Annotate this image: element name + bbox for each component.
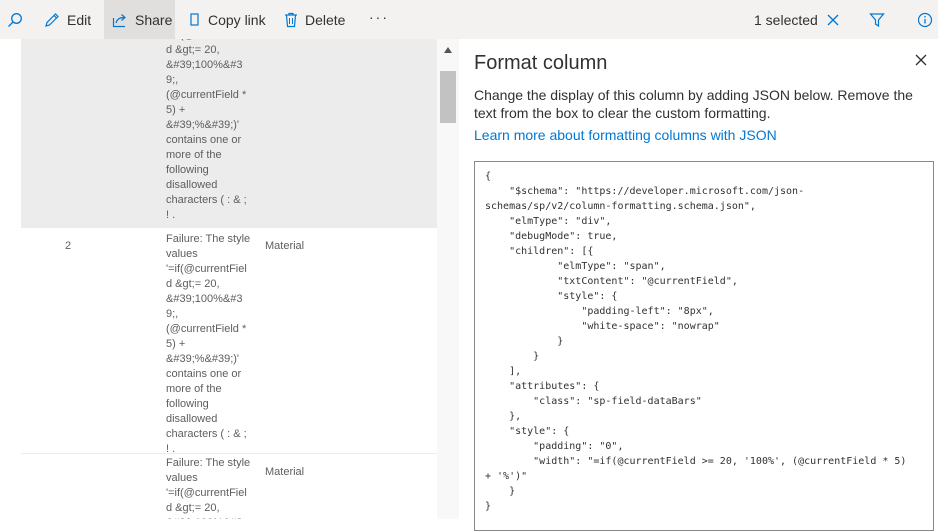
edit-button[interactable]: Edit — [44, 0, 91, 39]
edit-label: Edit — [67, 11, 92, 28]
command-bar: Edit Share Copy link Delete ··· 1 select… — [0, 0, 938, 39]
panel-description: Change the display of this column by add… — [474, 87, 913, 121]
format-column-panel: Format column Change the display of this… — [459, 39, 938, 531]
panel-title: Format column — [474, 52, 608, 74]
share-icon — [112, 13, 126, 27]
scroll-up-icon[interactable] — [444, 47, 452, 53]
learn-more-link[interactable]: Learn more about formatting columns with… — [474, 127, 777, 143]
copy-link-label: Copy link — [208, 11, 266, 28]
clear-selection-icon[interactable] — [827, 14, 839, 26]
close-icon[interactable] — [915, 54, 927, 66]
row-status-text: Failure: The style values '=if(@currentF… — [166, 457, 250, 519]
search-icon — [8, 12, 22, 27]
row-divider — [21, 453, 437, 454]
selected-count-label: 1 selected — [754, 11, 818, 28]
search-button[interactable] — [7, 0, 23, 39]
json-editor-text[interactable]: { "$schema": "https://developer.microsof… — [485, 169, 906, 514]
row-divider — [21, 227, 437, 228]
row-status-text: '=if(@currentFiel d &gt;= 20, &#39;100%&… — [166, 39, 247, 221]
share-label: Share — [135, 11, 173, 28]
copy-link-button[interactable]: Copy link — [189, 0, 266, 39]
list-view: '=if(@currentFiel d &gt;= 20, &#39;100%&… — [0, 39, 459, 519]
info-icon — [917, 12, 933, 27]
row-material: Material — [265, 466, 305, 478]
pencil-icon — [45, 12, 59, 27]
json-editor[interactable]: { "$schema": "https://developer.microsof… — [474, 161, 934, 531]
delete-button[interactable]: Delete — [284, 0, 345, 39]
row-material: Material — [265, 240, 305, 252]
copy-link-icon — [190, 12, 199, 26]
share-button[interactable]: Share — [104, 0, 175, 39]
info-button[interactable] — [917, 0, 933, 39]
filter-icon — [869, 12, 885, 27]
scrollbar-thumb[interactable] — [440, 71, 456, 123]
delete-label: Delete — [305, 11, 346, 28]
more-options-button[interactable]: ··· — [369, 9, 389, 25]
list-scrollbar[interactable] — [437, 39, 459, 519]
selection-status: 1 selected — [754, 0, 839, 39]
row-status-text: Failure: The style values '=if(@currentF… — [166, 233, 250, 455]
row-number: 2 — [65, 240, 72, 252]
trash-icon — [285, 12, 297, 27]
filter-button[interactable] — [869, 0, 885, 39]
